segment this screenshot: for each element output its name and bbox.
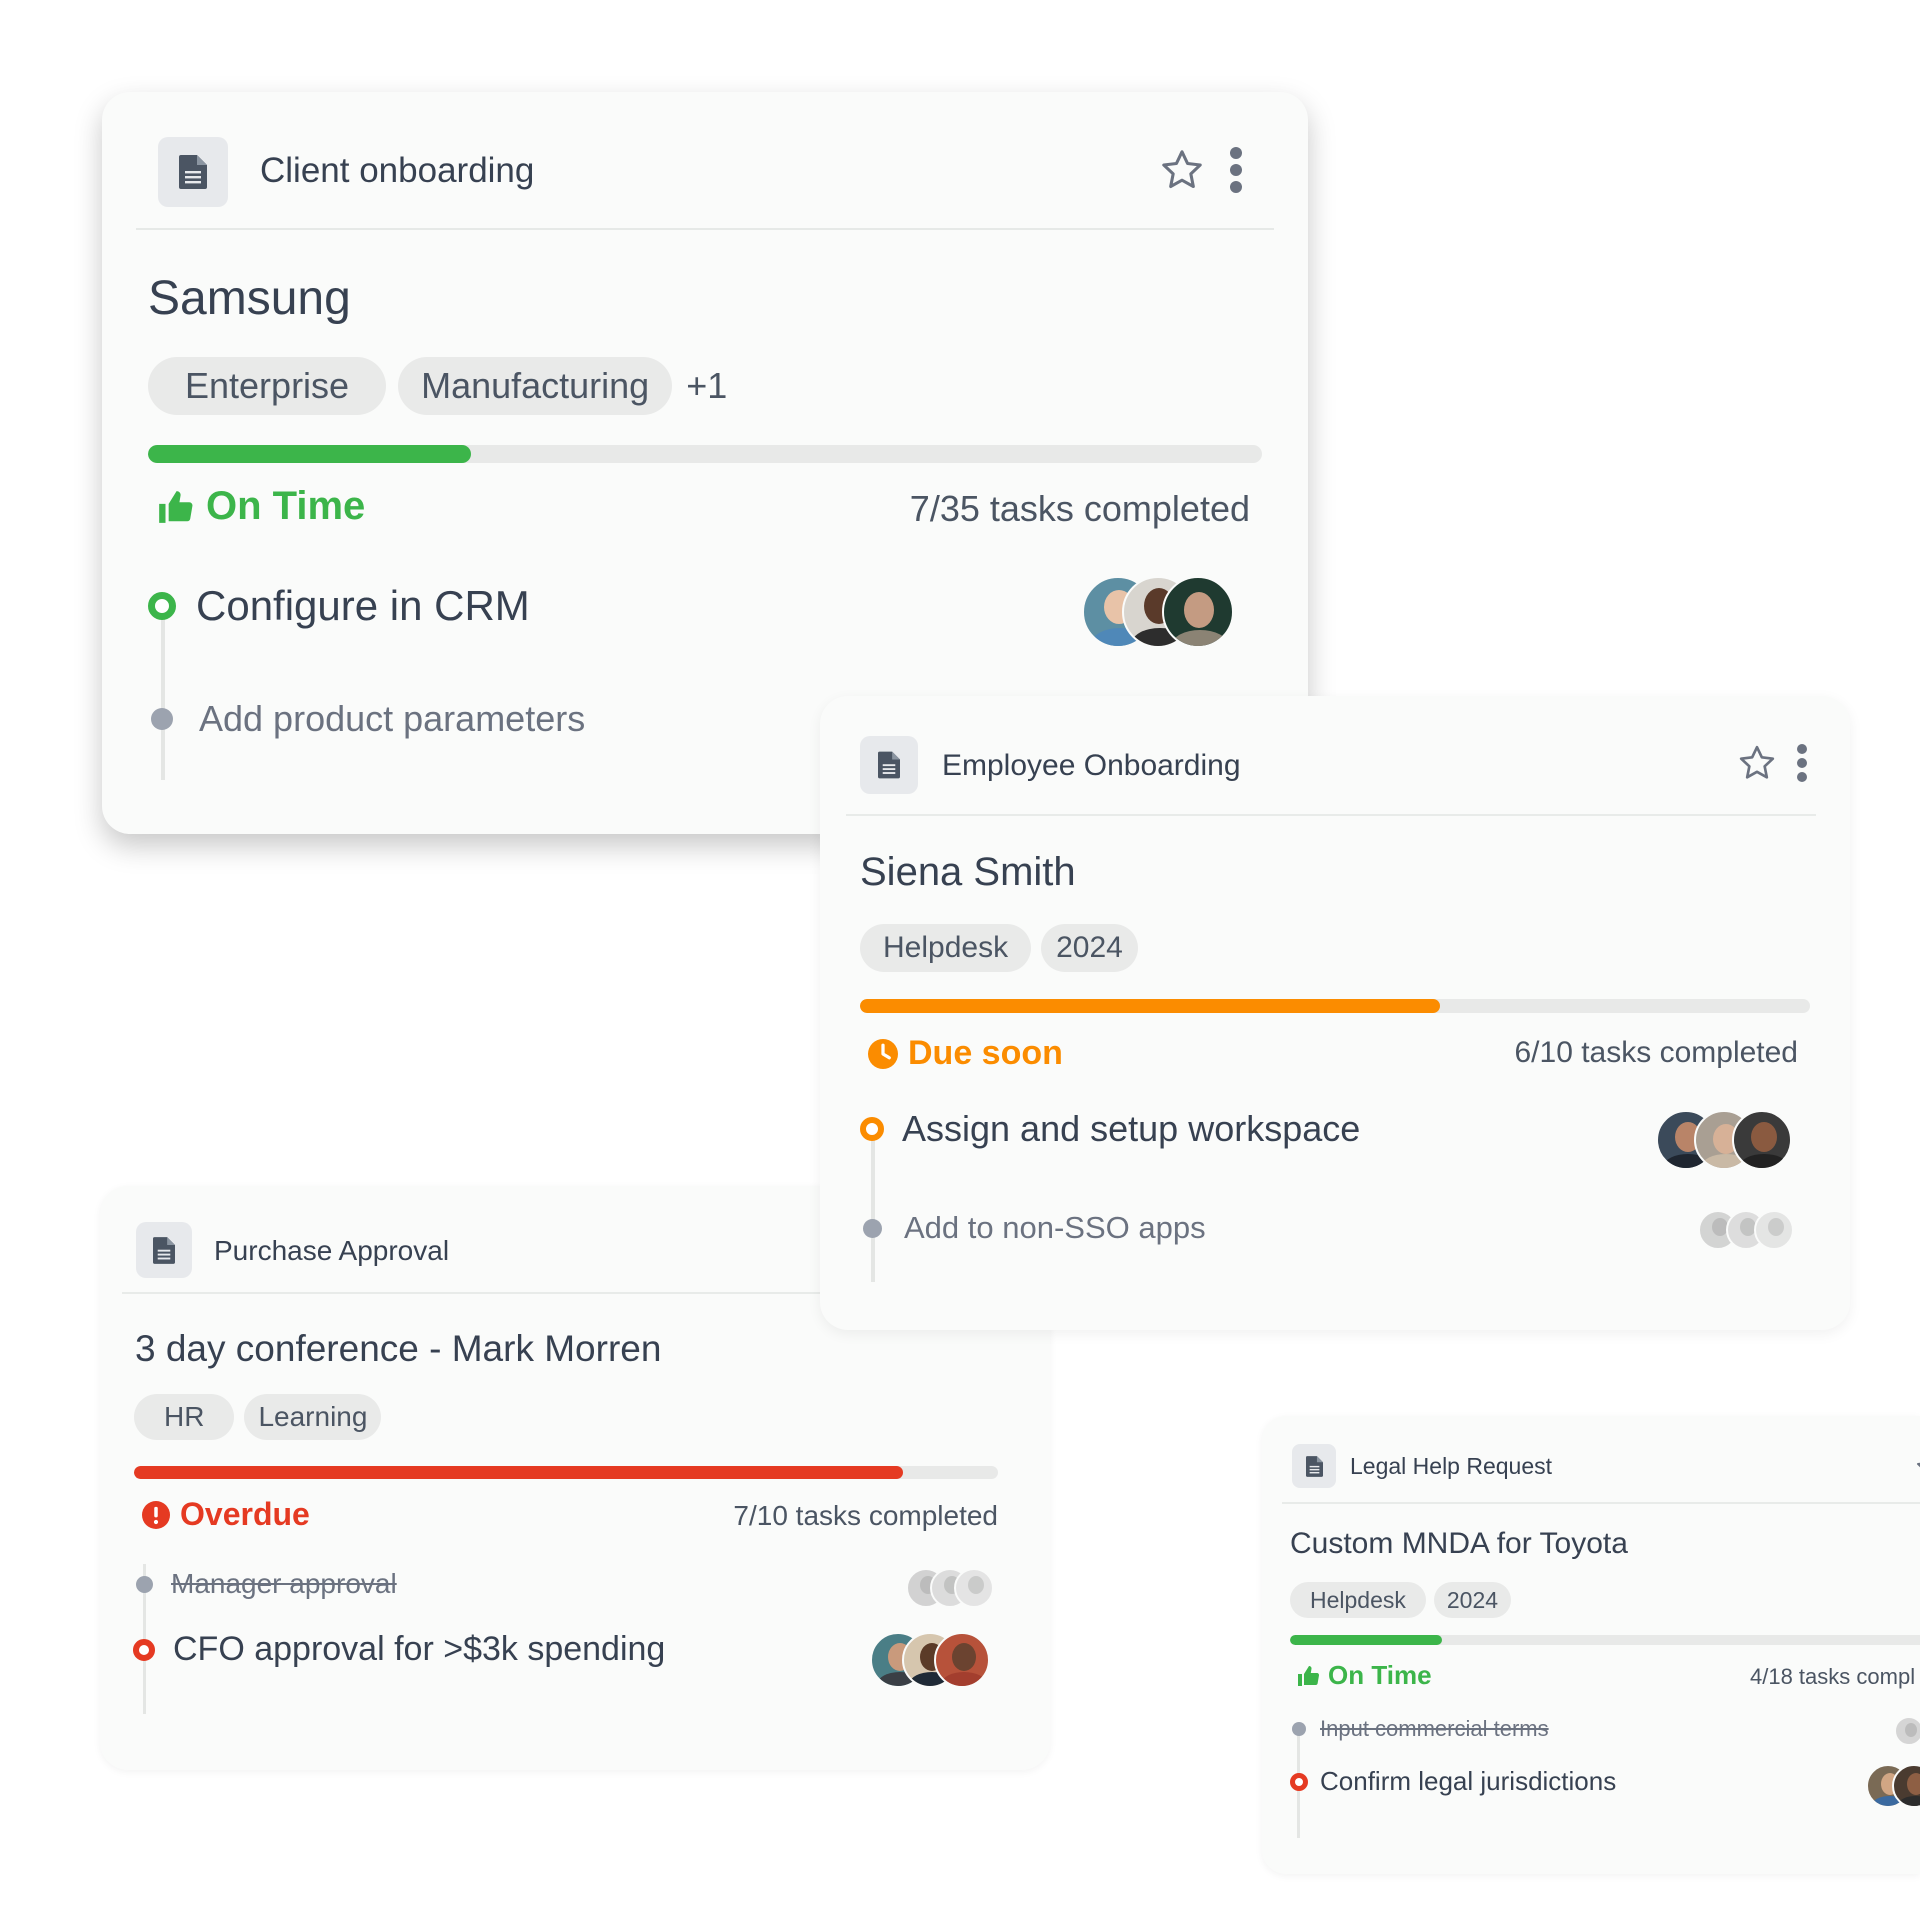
- progress-bar: [1290, 1635, 1920, 1645]
- more-vertical-icon[interactable]: [1792, 742, 1812, 784]
- status-label: Due soon: [908, 1034, 1063, 1072]
- tags-more-count: +1: [686, 365, 728, 406]
- avatar-group: [1082, 576, 1234, 648]
- avatar-group: [1866, 1764, 1920, 1808]
- avatar-group: [1894, 1716, 1920, 1746]
- card-title: Custom MNDA for Toyota: [1290, 1527, 1628, 1560]
- tag-list: Enterprise Manufacturing +1: [148, 357, 727, 415]
- task-label: Confirm legal jurisdictions: [1320, 1766, 1617, 1796]
- task-item[interactable]: Add to non-SSO apps: [863, 1210, 1206, 1246]
- avatar-group: [906, 1568, 994, 1608]
- star-outline-icon[interactable]: [1736, 742, 1778, 784]
- tag: 2024: [1041, 924, 1138, 972]
- card-type-title: Legal Help Request: [1350, 1453, 1553, 1479]
- task-item[interactable]: Confirm legal jurisdictions: [1290, 1766, 1616, 1797]
- legal-help-request-card[interactable]: Legal Help Request Custom MNDA for Toyot…: [1262, 1416, 1920, 1874]
- tag: Learning: [244, 1394, 382, 1440]
- avatar-group: [1698, 1210, 1794, 1250]
- tag-list: HR Learning: [134, 1394, 382, 1440]
- avatar: [1162, 576, 1234, 648]
- avatar: [954, 1568, 994, 1608]
- task-active-dot: [860, 1117, 884, 1141]
- timeline-line: [871, 1132, 875, 1282]
- card-title: 3 day conference - Mark Morren: [135, 1328, 662, 1369]
- task-done-dot: [136, 1575, 153, 1593]
- task-label: Input commercial terms: [1320, 1716, 1549, 1741]
- tag-list: Helpdesk 2024: [860, 924, 1138, 972]
- card-header: Employee Onboarding: [846, 696, 1816, 816]
- card-header: Legal Help Request: [1282, 1416, 1920, 1504]
- thumbs-up-icon: [159, 490, 193, 523]
- card-type-title: Purchase Approval: [214, 1235, 450, 1266]
- card-type-title: Employee Onboarding: [942, 749, 1241, 782]
- document-icon: [158, 137, 228, 207]
- tasks-completed: 7/10 tasks completed: [733, 1500, 998, 1531]
- alert-circle-icon: [142, 1500, 170, 1529]
- card-title: Siena Smith: [860, 850, 1076, 894]
- thumbs-up-icon: [1298, 1665, 1320, 1686]
- task-pending-dot: [151, 708, 173, 730]
- avatar: [1754, 1210, 1794, 1250]
- progress-fill: [860, 999, 1440, 1013]
- status-label: On Time: [1328, 1660, 1432, 1690]
- tag: Helpdesk: [860, 924, 1032, 972]
- clock-icon: [868, 1038, 898, 1069]
- tasks-completed: 4/18 tasks compl: [1750, 1664, 1916, 1689]
- task-active-dot: [1290, 1772, 1308, 1791]
- document-icon: [1292, 1444, 1336, 1488]
- tag-list: Helpdesk 2024: [1290, 1582, 1512, 1618]
- progress-bar: [860, 999, 1810, 1013]
- employee-onboarding-card[interactable]: Employee Onboarding Siena Smith Helpdesk…: [820, 696, 1850, 1330]
- avatar-group: [1656, 1110, 1792, 1170]
- avatar-group: [870, 1632, 990, 1688]
- task-item[interactable]: Configure in CRM: [148, 582, 530, 630]
- status-indicator: Overdue: [142, 1496, 310, 1533]
- task-item[interactable]: Assign and setup workspace: [860, 1108, 1360, 1150]
- card-header: Client onboarding: [136, 92, 1274, 230]
- task-item[interactable]: Manager approval: [136, 1568, 397, 1600]
- tag: 2024: [1433, 1582, 1512, 1618]
- tag: Helpdesk: [1290, 1582, 1426, 1618]
- task-label: Configure in CRM: [196, 582, 530, 629]
- task-label: Add to non-SSO apps: [904, 1210, 1206, 1245]
- progress-fill: [134, 1466, 903, 1479]
- status-label: On Time: [206, 484, 366, 528]
- avatar: [934, 1632, 990, 1688]
- task-label: Assign and setup workspace: [902, 1108, 1361, 1149]
- document-icon: [136, 1222, 192, 1278]
- progress-fill: [1290, 1635, 1442, 1645]
- tag: HR: [134, 1394, 235, 1440]
- task-item[interactable]: Add product parameters: [151, 698, 585, 740]
- task-active-dot: [148, 592, 176, 620]
- tasks-completed: 7/35 tasks completed: [909, 488, 1250, 529]
- task-label: Add product parameters: [199, 698, 586, 739]
- progress-bar: [134, 1466, 998, 1479]
- task-item[interactable]: Input commercial terms: [1292, 1716, 1549, 1742]
- avatar: [1732, 1110, 1792, 1170]
- task-pending-dot: [863, 1218, 882, 1238]
- more-vertical-icon[interactable]: [1224, 144, 1248, 196]
- status-indicator: On Time: [156, 484, 365, 529]
- task-active-dot: [133, 1638, 155, 1661]
- tag: Manufacturing: [398, 357, 673, 415]
- progress-fill: [148, 445, 472, 463]
- status-label: Overdue: [180, 1496, 310, 1532]
- star-outline-icon[interactable]: [1158, 146, 1206, 194]
- card-title: Samsung: [148, 272, 351, 325]
- tasks-completed: 6/10 tasks completed: [1514, 1036, 1799, 1069]
- task-label: Manager approval: [171, 1568, 397, 1599]
- status-indicator: On Time: [1296, 1660, 1432, 1691]
- task-done-dot: [1292, 1722, 1306, 1736]
- star-outline-icon[interactable]: [1914, 1452, 1920, 1482]
- task-item[interactable]: CFO approval for >$3k spending: [133, 1630, 665, 1669]
- tag: Enterprise: [148, 357, 387, 415]
- avatar: [1894, 1716, 1920, 1746]
- progress-bar: [148, 445, 1262, 463]
- card-type-title: Client onboarding: [260, 151, 535, 190]
- document-icon: [860, 736, 918, 794]
- status-indicator: Due soon: [868, 1034, 1063, 1073]
- task-label: CFO approval for >$3k spending: [173, 1630, 666, 1668]
